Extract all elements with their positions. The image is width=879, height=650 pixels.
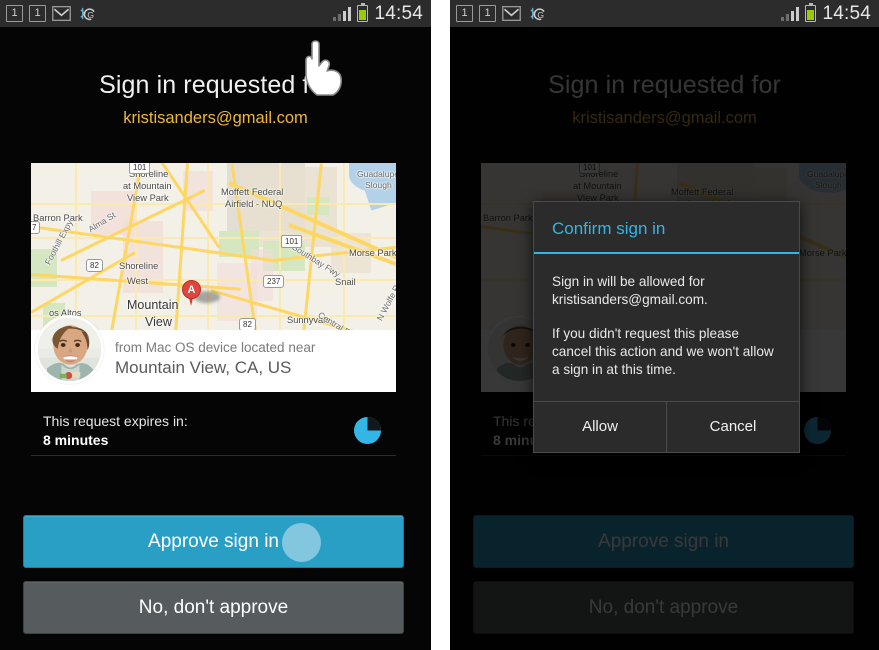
- battery-icon-2: [805, 3, 817, 22]
- page-title: Sign in requested for: [99, 71, 332, 99]
- dialog-body: Sign in will be allowed for kristisander…: [534, 254, 799, 401]
- device-line: from Mac OS device located near: [115, 340, 316, 355]
- signal-bars-icon-2: [780, 6, 800, 21]
- map-marker-a: A: [182, 280, 220, 306]
- status-bar-right-icons: 14:54: [332, 2, 423, 25]
- approve-sign-in-label: Approve sign in: [148, 530, 279, 552]
- user-avatar: [35, 315, 104, 384]
- header: Sign in requested for kristisanders@gmai…: [0, 27, 431, 128]
- deny-sign-in-label: No, don't approve: [138, 596, 289, 618]
- dialog-title: Confirm sign in: [534, 202, 799, 254]
- approve-sign-in-button[interactable]: Approve sign in: [23, 515, 404, 568]
- location-map-card[interactable]: Shoreline at Mountain View Park Moffett …: [31, 163, 396, 392]
- confirm-sign-in-dialog: Confirm sign in Sign in will be allowed …: [533, 201, 800, 453]
- signal-bars-icon: [332, 6, 352, 21]
- notification-badge-1-icon-2: 1: [29, 5, 46, 22]
- touch-ripple: [282, 523, 321, 562]
- dialog-cancel-button[interactable]: Cancel: [666, 402, 799, 452]
- dialog-body-paragraph-1: Sign in will be allowed for kristisander…: [552, 274, 708, 307]
- notification-badge-1-icon-4: 1: [479, 5, 496, 22]
- bluetooth-sync-icon-2: G: [527, 6, 546, 22]
- app-screen: 1 1 G 14:54 Sign in requested for kristi…: [0, 0, 431, 650]
- map-marker-label: A: [182, 280, 201, 299]
- notification-badge-1-icon-3: 1: [456, 5, 473, 22]
- pie-timer-icon: [353, 416, 382, 445]
- status-bar-left-icons: 1 1 G: [6, 5, 96, 22]
- expiry-value: 8 minutes: [43, 432, 109, 448]
- phone-screen-right: 1 1 G 14:54 Confirm sign in Sign in will…: [450, 0, 879, 650]
- expiry-label: This request expires in:: [43, 413, 188, 429]
- svg-text:G: G: [537, 10, 544, 20]
- expiry-row: This request expires in: 8 minutes: [31, 404, 396, 456]
- panel-divider: [431, 0, 450, 650]
- battery-icon: [357, 3, 369, 22]
- status-bar-2: 1 1 G 14:54: [450, 0, 879, 27]
- notification-badge-1-icon: 1: [6, 5, 23, 22]
- device-location-info: from Mac OS device located near Mountain…: [31, 315, 396, 392]
- location-line: Mountain View, CA, US: [115, 358, 292, 377]
- account-email: kristisanders@gmail.com: [123, 109, 308, 127]
- status-bar-clock-2: 14:54: [822, 2, 871, 24]
- bluetooth-sync-icon: G: [77, 6, 96, 22]
- status-bar-right-icons-2: 14:54: [780, 2, 871, 25]
- app-screen-dimmed: 1 1 G 14:54 Confirm sign in Sign in will…: [450, 0, 879, 650]
- status-bar-left-icons-2: 1 1 G: [456, 5, 546, 22]
- dialog-body-paragraph-2: If you didn't request this please cancel…: [552, 326, 774, 377]
- screenshot-stage: 1 1 G 14:54 Sign in requested for kristi…: [0, 0, 879, 650]
- status-bar-clock: 14:54: [374, 2, 423, 24]
- status-bar: 1 1 G 14:54: [0, 0, 431, 27]
- gmail-icon: [52, 5, 71, 22]
- svg-text:G: G: [87, 10, 94, 20]
- deny-sign-in-button[interactable]: No, don't approve: [23, 581, 404, 634]
- phone-screen-left: 1 1 G 14:54 Sign in requested for kristi…: [0, 0, 431, 650]
- dialog-allow-button[interactable]: Allow: [534, 402, 666, 452]
- gmail-icon-2: [502, 5, 521, 22]
- dialog-buttons: Allow Cancel: [534, 401, 799, 452]
